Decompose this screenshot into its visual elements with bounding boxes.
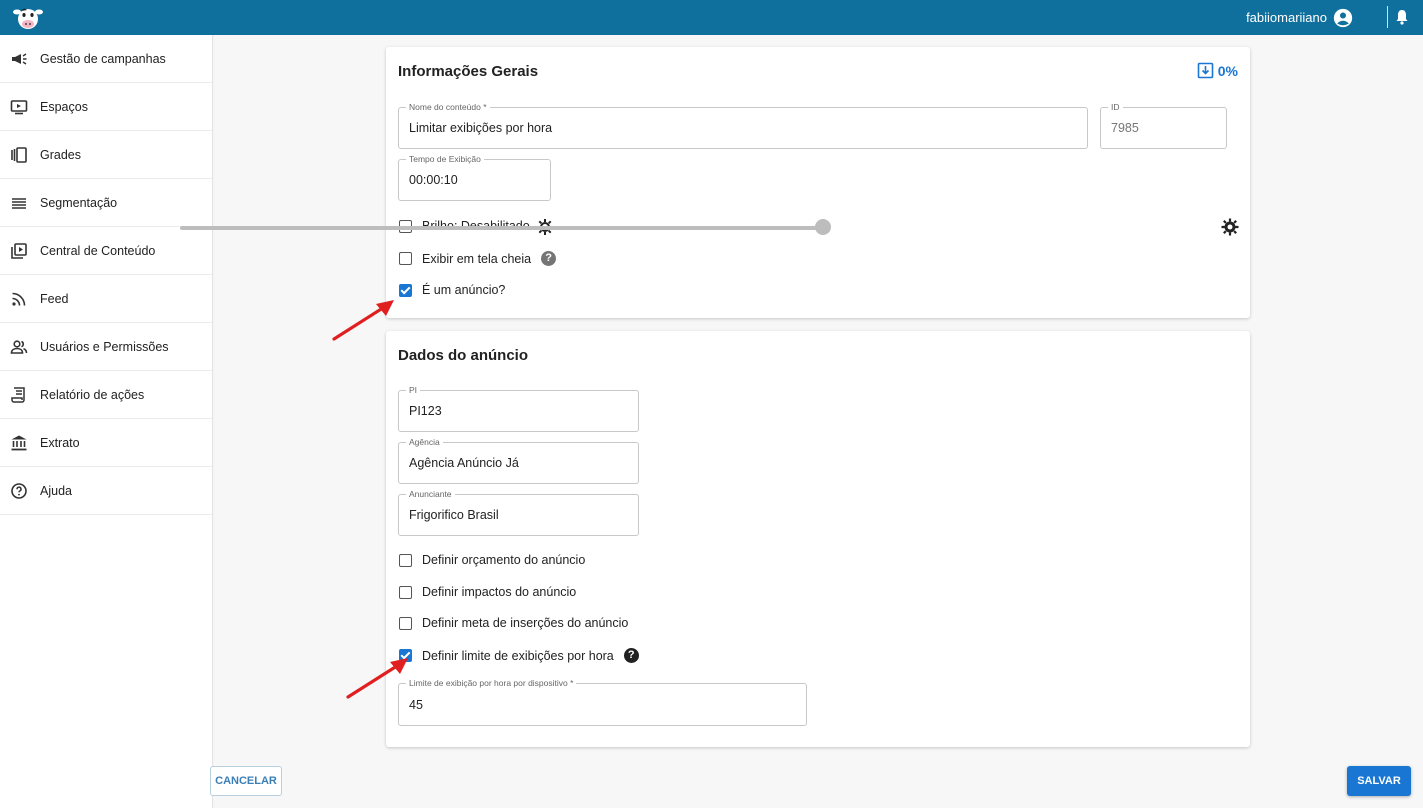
carousel-icon [11,146,27,163]
account-circle-icon [1333,8,1353,27]
progress-indicator: 0% [1197,62,1238,79]
sidebar-item-label: Usuários e Permissões [40,339,169,354]
is-ad-checkbox-row[interactable]: É um anúncio? [399,283,505,297]
help-icon[interactable]: ? [541,251,557,266]
fullscreen-checkbox-row[interactable]: Exibir em tela cheia ? [399,251,557,266]
hourly-limit-checkbox-row[interactable]: Definir limite de exibições por hora ? [399,648,639,663]
sidebar-item-central-conteudo[interactable]: Central de Conteúdo [0,227,212,275]
id-value: 7985 [1111,121,1139,135]
screen-icon [10,99,28,114]
cancel-button[interactable]: CANCELAR [210,766,282,796]
sidebar-item-label: Ajuda [40,483,72,498]
duration-field[interactable]: Tempo de Exibição 00:00:10 [398,154,551,201]
sidebar-item-label: Central de Conteúdo [40,243,156,258]
username-label: fabiiomariiano [1246,10,1327,25]
save-button[interactable]: SALVAR [1347,766,1411,796]
annotation-arrow [346,658,408,699]
general-info-title: Informações Gerais [398,63,539,80]
brightness-slider-track[interactable] [180,226,821,230]
hourly-limit-field-label: Limite de exibição por hora por disposit… [406,678,577,688]
download-icon[interactable] [1197,62,1214,79]
sidebar-item-label: Feed [40,291,69,306]
sidebar-item-segmentacao[interactable]: Segmentação [0,179,212,227]
top-app-bar: fabiiomariiano [0,0,1423,35]
pi-field[interactable]: PI PI123 [398,385,639,432]
pi-value: PI123 [409,404,442,418]
is-ad-label: É um anúncio? [422,283,506,297]
sidebar-item-relatorio[interactable]: Relatório de ações [0,371,212,419]
sidebar-item-ajuda[interactable]: Ajuda [0,467,212,515]
bank-icon [11,435,27,450]
cow-logo-icon[interactable] [12,4,44,32]
fullscreen-label: Exibir em tela cheia [422,251,532,266]
sidebar-item-espacos[interactable]: Espaços [0,83,212,131]
hourly-limit-label: Definir limite de exibições por hora [422,648,614,663]
receipt-icon [11,386,25,403]
sidebar-item-grades[interactable]: Grades [0,131,212,179]
sidebar-item-extrato[interactable]: Extrato [0,419,212,467]
impacts-checkbox[interactable] [399,585,412,599]
brightness-slider-thumb[interactable] [815,219,831,235]
content-name-value: Limitar exibições por hora [409,121,553,135]
rss-icon [12,292,26,306]
agency-field[interactable]: Agência Agência Anúncio Já [398,437,639,484]
hourly-limit-field[interactable]: Limite de exibição por hora por disposit… [398,678,807,726]
topbar-divider [1387,6,1388,28]
people-icon [10,339,28,354]
agency-value: Agência Anúncio Já [409,456,519,470]
budget-checkbox-row[interactable]: Definir orçamento do anúncio [399,553,585,567]
is-ad-checkbox[interactable] [399,283,412,297]
content-name-field[interactable]: Nome do conteúdo * Limitar exibições por… [398,102,1088,149]
list-icon [12,197,26,209]
ad-data-title: Dados do anúncio [398,347,529,364]
sidebar-item-feed[interactable]: Feed [0,275,212,323]
sidebar-item-label: Segmentação [40,195,118,210]
annotation-arrow [332,300,394,341]
sidebar-item-label: Extrato [40,435,80,450]
budget-label: Definir orçamento do anúncio [422,553,586,567]
bell-icon[interactable] [1395,9,1409,25]
insertions-checkbox-row[interactable]: Definir meta de inserções do anúncio [399,616,628,630]
sidebar-item-label: Relatório de ações [40,387,145,402]
sidebar: Gestão de campanhas Espaços Grades Segme… [0,35,213,808]
user-menu[interactable]: fabiiomariiano [1246,0,1353,35]
fullscreen-checkbox[interactable] [399,252,412,265]
insertions-label: Definir meta de inserções do anúncio [422,616,629,630]
help-icon[interactable]: ? [623,648,639,663]
progress-value: 0% [1217,62,1238,79]
megaphone-icon [12,52,27,65]
advertiser-value: Frigorifico Brasil [409,508,499,522]
sidebar-item-label: Grades [40,147,81,162]
advertiser-field[interactable]: Anunciante Frigorifico Brasil [398,489,639,536]
impacts-label: Definir impactos do anúncio [422,585,577,599]
sidebar-item-label: Espaços [40,99,88,114]
duration-value: 00:00:10 [409,173,458,187]
help-circle-icon [11,482,27,499]
impacts-checkbox-row[interactable]: Definir impactos do anúncio [399,585,576,599]
sidebar-item-gestao-campanhas[interactable]: Gestão de campanhas [0,35,212,83]
sidebar-item-usuarios[interactable]: Usuários e Permissões [0,323,212,371]
video-library-icon [11,242,27,259]
sidebar-item-label: Gestão de campanhas [40,51,166,66]
insertions-checkbox[interactable] [399,616,412,630]
budget-checkbox[interactable] [399,553,412,567]
id-field: ID 7985 [1100,102,1227,149]
brightness-high-icon [1221,218,1239,236]
